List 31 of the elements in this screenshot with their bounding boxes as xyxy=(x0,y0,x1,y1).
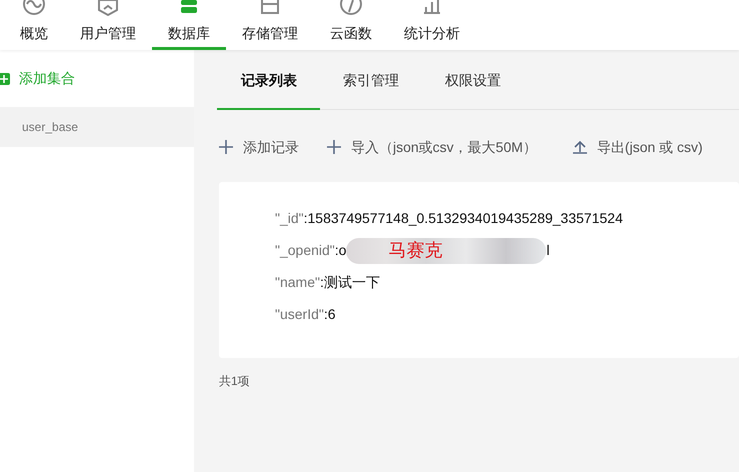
collection-item[interactable]: user_base xyxy=(0,107,194,147)
record-value: 1583749577148_0.5132934019435289_33571524 xyxy=(308,209,623,228)
record-key: "userId" xyxy=(275,304,324,325)
record-key: "_openid" xyxy=(275,240,335,261)
nav-tab[interactable]: 存储管理 xyxy=(226,0,314,50)
colon: : xyxy=(334,241,339,260)
record-value: 6 xyxy=(328,305,336,324)
nav-tab[interactable]: 云函数 xyxy=(314,0,388,50)
plus-icon xyxy=(219,140,233,154)
record-value: 测试一下 xyxy=(324,273,380,292)
record-count: 共1项 xyxy=(219,373,251,390)
record-value: l xyxy=(546,241,550,260)
folder-icon xyxy=(258,0,282,16)
redaction-blur: 马赛克 xyxy=(346,238,546,264)
plus-icon xyxy=(327,140,341,154)
action-button[interactable]: 导入（json或csv，最大50M） xyxy=(327,136,537,158)
action-button[interactable]: 添加记录 xyxy=(219,136,299,158)
tab[interactable]: 权限设置 xyxy=(422,53,524,110)
action-button[interactable]: 导出(json 或 csv) xyxy=(572,136,703,158)
colon: : xyxy=(324,305,328,324)
record-key: "_id" xyxy=(275,208,304,229)
record-value: o xyxy=(338,241,346,260)
tab[interactable]: 记录列表 xyxy=(217,53,320,110)
nav-tab[interactable]: 统计分析 xyxy=(388,0,476,50)
upload-icon xyxy=(572,140,587,154)
colon: : xyxy=(320,273,324,292)
record-key: "name" xyxy=(275,272,320,293)
colon: : xyxy=(304,209,308,228)
nav-tab[interactable]: 概览 xyxy=(4,0,64,50)
tab[interactable]: 索引管理 xyxy=(320,53,422,110)
nav-tab[interactable]: 用户管理 xyxy=(64,0,152,50)
